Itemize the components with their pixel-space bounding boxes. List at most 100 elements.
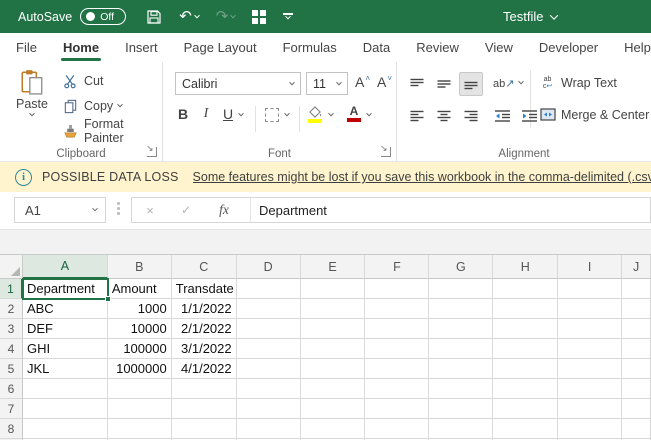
- autosave-pill[interactable]: Off: [80, 8, 127, 25]
- paste-button[interactable]: Paste: [8, 69, 56, 143]
- cell-B2[interactable]: 1000: [107, 299, 172, 319]
- cell-C4[interactable]: 3/1/2022: [171, 339, 237, 359]
- autosave-toggle[interactable]: AutoSave Off: [18, 8, 127, 25]
- cell-A2[interactable]: ABC: [22, 299, 108, 319]
- cell-H7[interactable]: [493, 399, 559, 419]
- cell-I5[interactable]: [558, 359, 623, 379]
- tab-home[interactable]: Home: [60, 33, 102, 62]
- increase-font-size-button[interactable]: A ˄: [355, 74, 370, 90]
- cell-B8[interactable]: [107, 419, 172, 439]
- cell-I7[interactable]: [558, 399, 623, 419]
- column-header-B[interactable]: B: [107, 255, 172, 279]
- cell-G6[interactable]: [429, 379, 494, 399]
- cell-G2[interactable]: [429, 299, 494, 319]
- cell-B6[interactable]: [107, 379, 172, 399]
- tab-insert[interactable]: Insert: [125, 33, 158, 62]
- cell-D6[interactable]: [236, 379, 301, 399]
- cell-H1[interactable]: [493, 279, 559, 299]
- column-header-J[interactable]: J: [622, 255, 651, 279]
- cell-G3[interactable]: [429, 319, 494, 339]
- cell-F6[interactable]: [365, 379, 430, 399]
- formula-bar-grip[interactable]: [117, 202, 120, 215]
- column-header-H[interactable]: H: [493, 255, 559, 279]
- undo-button[interactable]: ↶: [179, 9, 200, 24]
- cancel-icon[interactable]: ×: [132, 203, 168, 218]
- top-align-button[interactable]: [405, 72, 429, 96]
- cell-H5[interactable]: [493, 359, 559, 379]
- fill-color-button[interactable]: [308, 106, 322, 123]
- cell-F4[interactable]: [365, 339, 430, 359]
- column-header-F[interactable]: F: [365, 255, 430, 279]
- save-button[interactable]: [146, 9, 162, 25]
- cell-A1[interactable]: Department: [22, 279, 108, 299]
- font-size-combo[interactable]: 11: [306, 72, 348, 95]
- cell-E1[interactable]: [300, 279, 366, 299]
- tab-formulas[interactable]: Formulas: [283, 33, 337, 62]
- cell-C7[interactable]: [171, 399, 237, 419]
- borders-button[interactable]: [265, 108, 279, 122]
- format-painter-button[interactable]: Format Painter: [62, 117, 162, 145]
- bold-button[interactable]: B: [175, 106, 191, 132]
- cell-C2[interactable]: 1/1/2022: [171, 299, 237, 319]
- cell-B3[interactable]: 10000: [107, 319, 172, 339]
- cell-A3[interactable]: DEF: [22, 319, 108, 339]
- row-header-6[interactable]: 6: [0, 379, 23, 399]
- bottom-align-button[interactable]: [459, 72, 483, 96]
- cell-A8[interactable]: [22, 419, 108, 439]
- italic-button[interactable]: I: [199, 106, 213, 132]
- decrease-indent-button[interactable]: [491, 104, 515, 128]
- cell-C6[interactable]: [171, 379, 237, 399]
- cell-I3[interactable]: [558, 319, 623, 339]
- tab-review[interactable]: Review: [416, 33, 459, 62]
- cell-I1[interactable]: [558, 279, 623, 299]
- cell-J4[interactable]: [622, 339, 651, 359]
- cell-B7[interactable]: [107, 399, 172, 419]
- tab-help[interactable]: Help: [624, 33, 651, 62]
- tab-developer[interactable]: Developer: [539, 33, 598, 62]
- align-left-button[interactable]: [405, 104, 429, 128]
- enter-icon[interactable]: ✓: [168, 203, 204, 217]
- formula-bar-content[interactable]: Department: [250, 198, 650, 222]
- underline-button[interactable]: U: [221, 106, 235, 132]
- cell-E3[interactable]: [300, 319, 366, 339]
- cell-G8[interactable]: [429, 419, 494, 439]
- cell-E6[interactable]: [300, 379, 366, 399]
- cell-A5[interactable]: JKL: [22, 359, 108, 379]
- row-header-7[interactable]: 7: [0, 399, 23, 419]
- cell-C8[interactable]: [171, 419, 237, 439]
- cell-H8[interactable]: [493, 419, 559, 439]
- cell-B4[interactable]: 100000: [107, 339, 172, 359]
- cell-I8[interactable]: [558, 419, 623, 439]
- name-box[interactable]: A1: [14, 197, 106, 223]
- chevron-down-icon[interactable]: [366, 110, 372, 117]
- touch-mouse-mode-button[interactable]: [252, 9, 267, 24]
- tab-page-layout[interactable]: Page Layout: [184, 33, 257, 62]
- cell-B1[interactable]: Amount: [107, 279, 172, 299]
- column-header-E[interactable]: E: [300, 255, 366, 279]
- cell-F1[interactable]: [365, 279, 430, 299]
- cell-E2[interactable]: [300, 299, 366, 319]
- cell-F3[interactable]: [365, 319, 430, 339]
- merge-center-button[interactable]: Merge & Center: [539, 106, 649, 123]
- cell-C1[interactable]: Transdate: [171, 279, 237, 299]
- cell-G7[interactable]: [429, 399, 494, 419]
- cell-J7[interactable]: [622, 399, 651, 419]
- column-header-A[interactable]: A: [22, 255, 108, 279]
- chevron-down-icon[interactable]: [238, 110, 244, 117]
- cell-D3[interactable]: [236, 319, 301, 339]
- select-all-button[interactable]: [0, 255, 23, 279]
- cell-D1[interactable]: [236, 279, 301, 299]
- row-header-4[interactable]: 4: [0, 339, 23, 359]
- cell-G4[interactable]: [429, 339, 494, 359]
- tab-view[interactable]: View: [485, 33, 513, 62]
- cell-J6[interactable]: [622, 379, 651, 399]
- cell-H6[interactable]: [493, 379, 559, 399]
- font-dialog-launcher[interactable]: [380, 145, 391, 157]
- cell-A7[interactable]: [22, 399, 108, 419]
- cell-A6[interactable]: [22, 379, 108, 399]
- align-right-button[interactable]: [459, 104, 483, 128]
- column-header-I[interactable]: I: [558, 255, 623, 279]
- message-bar-link[interactable]: Some features might be lost if you save …: [193, 170, 651, 184]
- column-header-C[interactable]: C: [171, 255, 237, 279]
- tab-data[interactable]: Data: [363, 33, 390, 62]
